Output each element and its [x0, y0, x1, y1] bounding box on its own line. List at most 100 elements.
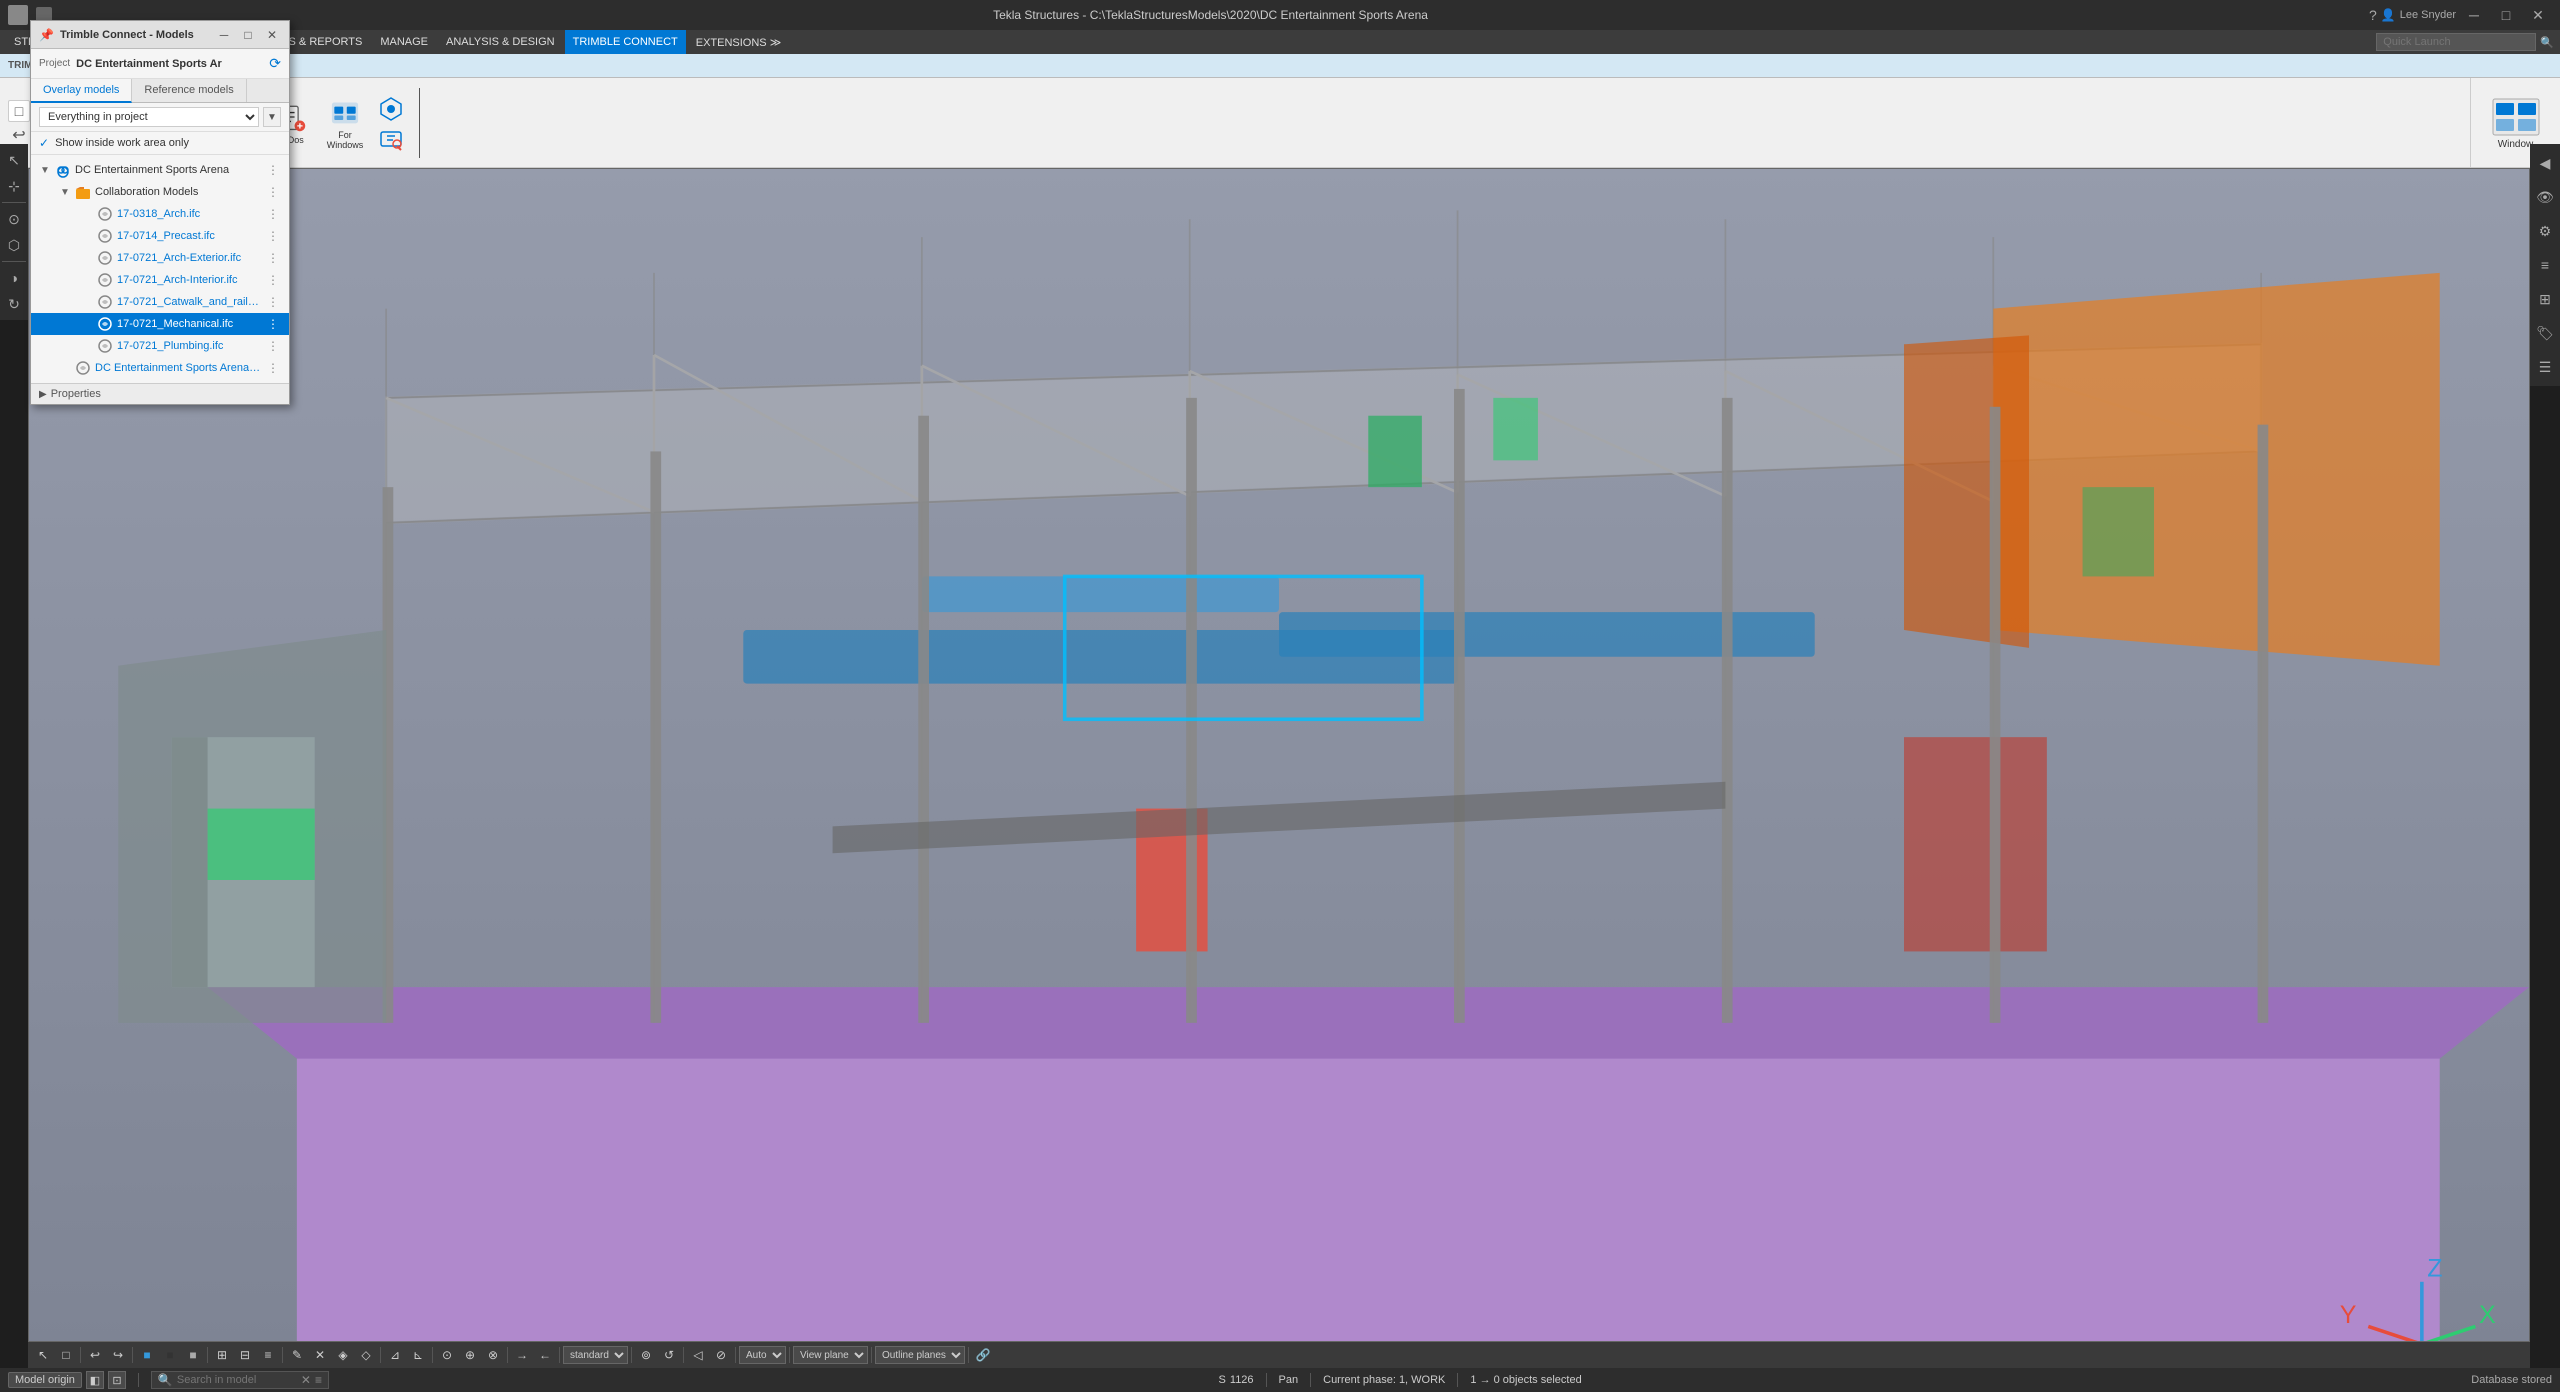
- menu-analysis[interactable]: ANALYSIS & DESIGN: [438, 30, 563, 54]
- tree-item-arch-int[interactable]: ▶ 17-0721_Arch-Interior.ifc ⋮: [31, 269, 289, 291]
- menu-trimble-connect[interactable]: TRIMBLE CONNECT: [565, 30, 686, 54]
- arrow-right[interactable]: →: [511, 1344, 533, 1366]
- tree-menu-mechanical[interactable]: ⋮: [265, 317, 281, 331]
- settings-btn[interactable]: ⚙: [2532, 218, 2558, 244]
- tool-a[interactable]: ✎: [286, 1344, 308, 1366]
- rotate-tool[interactable]: ↻: [2, 292, 26, 316]
- filter-dropdown[interactable]: Everything in project: [39, 107, 259, 127]
- search-clear-icon[interactable]: ✕: [301, 1373, 311, 1387]
- tab-overlay-models[interactable]: Overlay models: [31, 79, 132, 103]
- tree-expander-root[interactable]: ▼: [39, 165, 51, 176]
- tool-c[interactable]: ◈: [332, 1344, 354, 1366]
- ribbon-for-windows[interactable]: For Windows: [319, 94, 371, 152]
- properties-section[interactable]: ▶ Properties: [31, 383, 289, 404]
- tab-reference-models[interactable]: Reference models: [132, 79, 246, 102]
- extra-2[interactable]: ⊘: [710, 1344, 732, 1366]
- view-plane-select[interactable]: View plane: [793, 1346, 868, 1364]
- tool-f[interactable]: ⊾: [407, 1344, 429, 1366]
- grid-btn-1[interactable]: ⊞: [211, 1344, 233, 1366]
- tree-item-precast[interactable]: ▶ 17-0714_Precast.ifc ⋮: [31, 225, 289, 247]
- model-origin-icon-1[interactable]: ◧: [86, 1371, 104, 1389]
- color-btn-dark[interactable]: ■: [159, 1344, 181, 1366]
- panel-maximize-btn[interactable]: □: [239, 26, 257, 44]
- search-input-status[interactable]: [177, 1374, 297, 1386]
- new-button[interactable]: □: [8, 100, 30, 122]
- ribbon-extra-1[interactable]: [373, 94, 409, 122]
- quick-launch-input[interactable]: [2376, 33, 2536, 51]
- snap-tool[interactable]: ⊙: [2, 207, 26, 231]
- link-btn[interactable]: 🔗: [972, 1344, 994, 1366]
- close-button[interactable]: ✕: [2524, 5, 2552, 25]
- tool-b[interactable]: ✕: [309, 1344, 331, 1366]
- tree-expander-collab[interactable]: ▼: [59, 187, 71, 198]
- tree-menu-plumbing[interactable]: ⋮: [265, 339, 281, 353]
- tree-menu-collab[interactable]: ⋮: [265, 185, 281, 199]
- menu-extensions[interactable]: EXTENSIONS ≫: [688, 30, 789, 54]
- collapse-panel-btn[interactable]: ◀: [2532, 150, 2558, 176]
- panel-minimize-btn[interactable]: ─: [215, 26, 233, 44]
- ribbon-extra-2[interactable]: [373, 124, 409, 152]
- measure-tool[interactable]: ⬡: [2, 233, 26, 257]
- search-box[interactable]: 🔍 ✕ ≡: [151, 1371, 329, 1389]
- redo-btn[interactable]: ↪: [107, 1344, 129, 1366]
- help-icon[interactable]: ?: [2369, 7, 2377, 23]
- measure-snap-2[interactable]: ⊕: [459, 1344, 481, 1366]
- view-tool[interactable]: ◑: [2, 266, 26, 290]
- tree-menu-arch-ext[interactable]: ⋮: [265, 251, 281, 265]
- compass-btn[interactable]: ⊚: [635, 1344, 657, 1366]
- pointer-tool[interactable]: ⊹: [2, 174, 26, 198]
- filter-dropdown-btn[interactable]: ▼: [263, 107, 281, 127]
- grid-btn-3[interactable]: ≡: [257, 1344, 279, 1366]
- refresh-button[interactable]: ⟳: [269, 55, 281, 72]
- tool-e[interactable]: ⊿: [384, 1344, 406, 1366]
- undo-button[interactable]: ↩: [8, 124, 30, 146]
- auto-select[interactable]: Auto: [739, 1346, 786, 1364]
- measure-snap-1[interactable]: ⊙: [436, 1344, 458, 1366]
- minimize-button[interactable]: ─: [2460, 5, 2488, 25]
- extra-1[interactable]: ◁: [687, 1344, 709, 1366]
- user-icon[interactable]: 👤: [2381, 8, 2396, 22]
- quick-launch-search-icon[interactable]: 🔍: [2540, 36, 2554, 49]
- panel-pin-icon[interactable]: 📌: [39, 28, 54, 42]
- visibility-btn[interactable]: 👁: [2532, 184, 2558, 210]
- tags-btn[interactable]: 🏷: [2532, 320, 2558, 346]
- tree-menu-root[interactable]: ⋮: [265, 163, 281, 177]
- tree-menu-arch[interactable]: ⋮: [265, 207, 281, 221]
- orbit-btn[interactable]: ↺: [658, 1344, 680, 1366]
- model-origin-icon-2[interactable]: ⊡: [108, 1371, 126, 1389]
- select-tool[interactable]: ↖: [2, 148, 26, 172]
- maximize-button[interactable]: □: [2492, 5, 2520, 25]
- grid-btn-2[interactable]: ⊟: [234, 1344, 256, 1366]
- measure-snap-3[interactable]: ⊗: [482, 1344, 504, 1366]
- tree-item-root[interactable]: ▼ DC Entertainment Sports Arena ⋮: [31, 159, 289, 181]
- tree-item-tekla[interactable]: ▶ DC Entertainment Sports Arena.tekla ⋮: [31, 357, 289, 379]
- tree-item-catwalk[interactable]: ▶ 17-0721_Catwalk_and_railings.ifc ⋮ Sho…: [31, 291, 289, 313]
- tool-d[interactable]: ◇: [355, 1344, 377, 1366]
- list-btn[interactable]: ☰: [2532, 354, 2558, 380]
- render-mode-select[interactable]: standard: [563, 1346, 628, 1364]
- tree-item-arch-ext[interactable]: ▶ 17-0721_Arch-Exterior.ifc ⋮: [31, 247, 289, 269]
- layers-btn[interactable]: ⊞: [2532, 286, 2558, 312]
- viewport[interactable]: X Y Z: [28, 168, 2530, 1342]
- menu-manage[interactable]: MANAGE: [372, 30, 436, 54]
- outline-planes-select[interactable]: Outline planes: [875, 1346, 965, 1364]
- arrow-left[interactable]: ←: [534, 1344, 556, 1366]
- color-btn-gray[interactable]: ■: [182, 1344, 204, 1366]
- panel-close-btn[interactable]: ✕: [263, 26, 281, 44]
- tree-menu-arch-int[interactable]: ⋮: [265, 273, 281, 287]
- search-filter-icon[interactable]: ≡: [315, 1373, 322, 1387]
- tree-item-arch[interactable]: ▶ 17-0318_Arch.ifc ⋮: [31, 203, 289, 225]
- color-btn-blue[interactable]: ■: [136, 1344, 158, 1366]
- select-btn[interactable]: ↖: [32, 1344, 54, 1366]
- undo-btn[interactable]: ↩: [84, 1344, 106, 1366]
- tree-item-collab[interactable]: ▼ Collaboration Models ⋮: [31, 181, 289, 203]
- tree-item-plumbing[interactable]: ▶ 17-0721_Plumbing.ifc ⋮: [31, 335, 289, 357]
- tree-menu-catwalk[interactable]: ⋮: [265, 295, 281, 309]
- show-inside-checkmark[interactable]: ✓: [39, 136, 49, 150]
- model-origin-btn[interactable]: Model origin: [8, 1372, 82, 1388]
- tree-menu-precast[interactable]: ⋮: [265, 229, 281, 243]
- tree-item-mechanical[interactable]: ▶ 17-0721_Mechanical.ifc ⋮: [31, 313, 289, 335]
- tree-menu-tekla[interactable]: ⋮: [265, 361, 281, 375]
- btm-tool-1[interactable]: □: [55, 1344, 77, 1366]
- filter-btn[interactable]: ≡: [2532, 252, 2558, 278]
